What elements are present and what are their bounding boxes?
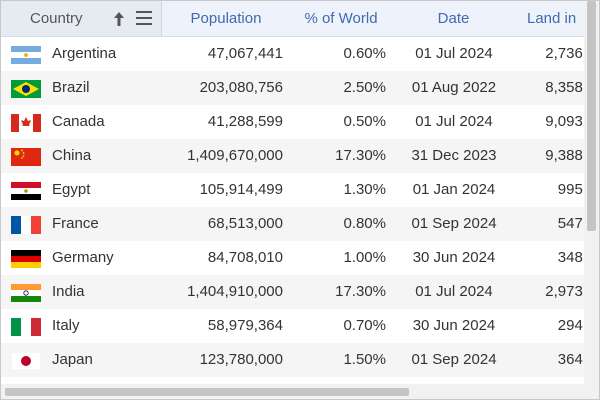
country-cell: India	[52, 283, 85, 300]
argentina-flag-icon	[11, 46, 41, 64]
date-cell: 01 Sep 2024	[411, 215, 497, 232]
percent-cell: 1.50%	[343, 351, 386, 368]
column-header-country[interactable]: Country	[1, 1, 162, 36]
population-cell: 203,080,756	[199, 79, 283, 96]
percent-cell: 0.60%	[343, 45, 386, 62]
population-cell: 84,708,010	[207, 249, 283, 266]
percent-cell: 1.30%	[343, 181, 386, 198]
column-header-country-label: Country	[30, 10, 83, 27]
land-cell: 995,	[557, 181, 587, 198]
date-cell: 01 Jul 2024	[415, 283, 493, 300]
table-row[interactable]: Italy 58,979,364 0.70% 30 Jun 2024 294,	[1, 309, 587, 343]
land-cell: 2,973,	[545, 283, 587, 300]
land-cell: 2,736,	[545, 45, 587, 62]
date-cell: 01 Jan 2024	[412, 181, 496, 198]
table-row[interactable]: Brazil 203,080,756 2.50% 01 Aug 2022 8,3…	[1, 71, 587, 105]
percent-cell: 1.00%	[343, 249, 386, 266]
country-cell: Germany	[52, 249, 114, 266]
land-cell: 364,	[557, 351, 587, 368]
table-row[interactable]: Argentina 47,067,441 0.60% 01 Jul 2024 2…	[1, 37, 587, 71]
date-cell: 01 Jul 2024	[415, 113, 493, 130]
country-cell: Japan	[52, 351, 93, 368]
country-cell: Canada	[52, 113, 105, 130]
land-cell: 8,358,	[545, 79, 587, 96]
horizontal-scrollbar[interactable]	[1, 384, 599, 399]
table-row[interactable]: Egypt 105,914,499 1.30% 01 Jan 2024 995,	[1, 173, 587, 207]
percent-cell: 0.50%	[343, 113, 386, 130]
population-cell: 1,409,670,000	[187, 147, 283, 164]
country-cell: France	[52, 215, 99, 232]
percent-cell: 0.80%	[343, 215, 386, 232]
column-header-population[interactable]: Population	[166, 1, 286, 36]
population-cell: 105,914,499	[199, 181, 283, 198]
country-cell: China	[52, 147, 92, 164]
country-cell: Egypt	[52, 181, 91, 198]
vertical-scrollbar[interactable]	[584, 1, 599, 384]
table-row[interactable]: Germany 84,708,010 1.00% 30 Jun 2024 348…	[1, 241, 587, 275]
percent-cell: 2.50%	[343, 79, 386, 96]
land-cell: 9,093,	[545, 113, 587, 130]
percent-cell: 17.30%	[335, 147, 386, 164]
table-row[interactable]: India 1,404,910,000 17.30% 01 Jul 2024 2…	[1, 275, 587, 309]
date-cell: 31 Dec 2023	[411, 147, 497, 164]
column-menu-icon[interactable]	[136, 11, 152, 25]
population-cell: 41,288,599	[207, 113, 283, 130]
table-row[interactable]: China 1,409,670,000 17.30% 31 Dec 2023 9…	[1, 139, 587, 173]
column-header-percent-of-world[interactable]: % of World	[291, 1, 391, 36]
date-cell: 30 Jun 2024	[412, 249, 496, 266]
percent-cell: 0.70%	[343, 317, 386, 334]
percent-cell: 17.30%	[335, 283, 386, 300]
japan-flag-icon	[11, 352, 41, 370]
date-cell: 01 Jul 2024	[415, 45, 493, 62]
table-row[interactable]: Japan 123,780,000 1.50% 01 Sep 2024 364,	[1, 343, 587, 377]
india-flag-icon	[11, 284, 41, 302]
germany-flag-icon	[11, 250, 41, 268]
italy-flag-icon	[11, 318, 41, 336]
country-cell: Brazil	[52, 79, 90, 96]
land-cell: 547,	[557, 215, 587, 232]
land-cell: 9,388,	[545, 147, 587, 164]
canada-flag-icon	[11, 114, 41, 132]
table-row[interactable]: Canada 41,288,599 0.50% 01 Jul 2024 9,09…	[1, 105, 587, 139]
country-cell: Italy	[52, 317, 80, 334]
grid-body: Argentina 47,067,441 0.60% 01 Jul 2024 2…	[1, 37, 599, 377]
land-cell: 294,	[557, 317, 587, 334]
population-cell: 1,404,910,000	[187, 283, 283, 300]
population-cell: 58,979,364	[207, 317, 283, 334]
date-cell: 01 Aug 2022	[411, 79, 497, 96]
population-cell: 47,067,441	[207, 45, 283, 62]
population-cell: 123,780,000	[199, 351, 283, 368]
land-cell: 348,	[557, 249, 587, 266]
egypt-flag-icon	[11, 182, 41, 200]
vertical-scrollbar-thumb[interactable]	[587, 1, 596, 231]
column-header-date[interactable]: Date	[396, 1, 511, 36]
horizontal-scrollbar-thumb[interactable]	[5, 388, 409, 396]
date-cell: 01 Sep 2024	[411, 351, 497, 368]
sort-ascending-icon[interactable]	[113, 11, 125, 27]
china-flag-icon	[11, 148, 41, 166]
grid-header: Country Population % of World Date Land …	[1, 1, 599, 37]
date-cell: 30 Jun 2024	[412, 317, 496, 334]
country-cell: Argentina	[52, 45, 117, 62]
population-cell: 68,513,000	[207, 215, 283, 232]
table-row[interactable]: France 68,513,000 0.80% 01 Sep 2024 547,	[1, 207, 587, 241]
brazil-flag-icon	[11, 80, 41, 98]
france-flag-icon	[11, 216, 41, 234]
data-grid: Country Population % of World Date Land …	[0, 0, 600, 400]
